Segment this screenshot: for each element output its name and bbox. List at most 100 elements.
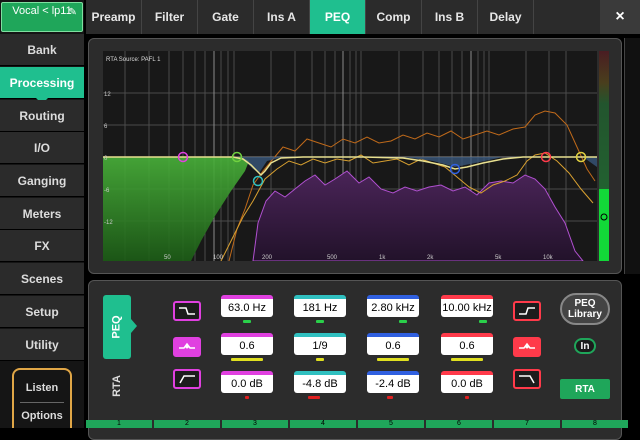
divider [20, 402, 64, 403]
channel-button-2[interactable]: 2 [154, 420, 220, 428]
nav-setup[interactable]: Setup [0, 296, 84, 328]
bell-curve-icon [519, 342, 535, 349]
channel-selector[interactable]: Vocal < lp11 ✎ [1, 2, 83, 32]
nav-label: Setup [25, 304, 59, 319]
high-pass-curve-icon [179, 375, 195, 384]
tab-ins-b[interactable]: Ins B [422, 0, 478, 34]
band-4-width-field[interactable]: 0.6 [441, 333, 493, 361]
channel-button-3[interactable]: 3 [222, 420, 288, 428]
channel-button-6[interactable]: 6 [426, 420, 492, 428]
meter-indicator [316, 320, 324, 323]
peq-library-button[interactable]: PEQ Library [560, 293, 610, 325]
tab-label: RTA [110, 375, 123, 397]
field-value: 0.0 dB [231, 378, 263, 390]
nav-label: Processing [9, 75, 75, 90]
nav-label: FX [34, 238, 50, 253]
low-pass-shape-button[interactable] [513, 369, 541, 389]
x-tick: 2k [427, 255, 434, 261]
meter-indicator [231, 358, 263, 361]
tab-bar: Preamp Filter Gate Ins A PEQ Comp Ins B … [86, 0, 640, 34]
tab-ins-a[interactable]: Ins A [254, 0, 310, 34]
close-icon[interactable]: × [600, 0, 640, 34]
band-4-gain-field[interactable]: 0.0 dB [441, 371, 493, 399]
field-value: -4.8 dB [302, 378, 338, 390]
field-value: 0.6 [385, 340, 401, 352]
nav-label: Bank [27, 42, 57, 57]
meter-indicator [399, 320, 407, 323]
tab-label: PEQ [110, 315, 123, 339]
field-value: -2.4 dB [375, 378, 411, 390]
band-1-gain-field[interactable]: 0.0 dB [221, 371, 273, 399]
low-shelf-shape-button[interactable] [173, 301, 201, 321]
band-1-width-field[interactable]: 0.6 [221, 333, 273, 361]
nav-fx[interactable]: FX [0, 230, 84, 262]
shelf-curve-icon [519, 307, 535, 315]
band-1-frequency-field[interactable]: 63.0 Hz [221, 295, 273, 323]
nav-routing[interactable]: Routing [0, 100, 84, 132]
meter-indicator [387, 396, 393, 399]
band-3-width-field[interactable]: 0.6 [367, 333, 419, 361]
y-tick: -6 [104, 188, 110, 194]
tab-filter[interactable]: Filter [142, 0, 198, 34]
channel-button-1[interactable]: 1 [86, 420, 152, 428]
options-button[interactable]: Options [14, 410, 70, 422]
nav-meters[interactable]: Meters [0, 198, 84, 230]
listen-button[interactable]: Listen [14, 382, 70, 394]
field-value: 0.6 [239, 340, 255, 352]
nav-label: Scenes [20, 271, 64, 286]
nav-bank[interactable]: Bank [0, 34, 84, 66]
bell-shape-button[interactable] [513, 337, 541, 357]
meter-indicator [308, 396, 320, 399]
channel-button-4[interactable]: 4 [290, 420, 356, 428]
sidebar: Vocal < lp11 ✎ Bank Processing Routing I… [0, 0, 84, 428]
nav-io[interactable]: I/O [0, 132, 84, 164]
tab-rta-vertical[interactable]: RTA [103, 361, 131, 411]
channel-strip: 1 2 3 4 5 6 7 8 [86, 420, 640, 428]
rta-source-label: RTA Source: PAFL 1 [106, 57, 161, 63]
channel-button-7[interactable]: 7 [494, 420, 560, 428]
rta-button[interactable]: RTA [560, 379, 610, 399]
nav-scenes[interactable]: Scenes [0, 263, 84, 295]
nav-processing[interactable]: Processing [0, 67, 84, 104]
nav-label: Utility [25, 337, 59, 352]
field-value: 1/9 [312, 340, 328, 352]
high-shelf-shape-button[interactable] [513, 301, 541, 321]
tab-peq-vertical[interactable]: PEQ [103, 295, 137, 359]
meter-indicator [451, 358, 483, 361]
channel-button-5[interactable]: 5 [358, 420, 424, 428]
x-tick: 50 [164, 255, 171, 261]
eq-graph-panel: RTA Source: PAFL 1 12 6 0 -6 -12 50 100 … [88, 38, 622, 274]
nav-utility[interactable]: Utility [0, 329, 84, 361]
in-toggle-button[interactable]: In [574, 338, 596, 354]
band-2-width-field[interactable]: 1/9 [294, 333, 346, 361]
channel-button-8[interactable]: 8 [562, 420, 628, 428]
pencil-icon[interactable]: ✎ [69, 6, 77, 19]
meter-indicator [479, 320, 487, 323]
eq-controls-panel: PEQ RTA 63.0 Hz 0.6 0.0 dB 181 Hz 1/9 -4… [88, 280, 622, 440]
tab-delay[interactable]: Delay [478, 0, 534, 34]
field-value: 63.0 Hz [228, 302, 266, 314]
nav-ganging[interactable]: Ganging [0, 165, 84, 197]
x-tick: 10k [543, 255, 554, 261]
eq-graph[interactable]: RTA Source: PAFL 1 12 6 0 -6 -12 50 100 … [103, 51, 609, 261]
nav-label: Ganging [17, 173, 67, 188]
tab-preamp[interactable]: Preamp [86, 0, 142, 34]
band-4-frequency-field[interactable]: 10.00 kHz [441, 295, 493, 323]
high-pass-shape-button[interactable] [173, 369, 201, 389]
x-tick: 500 [327, 255, 338, 261]
band-3-frequency-field[interactable]: 2.80 kHz [367, 295, 419, 323]
bell-shape-button[interactable] [173, 337, 201, 357]
meter-indicator [245, 396, 249, 399]
tab-peq[interactable]: PEQ [310, 0, 366, 34]
band-2-frequency-field[interactable]: 181 Hz [294, 295, 346, 323]
meter-indicator [243, 320, 251, 323]
nav-label: Meters [22, 206, 62, 221]
band-2-gain-field[interactable]: -4.8 dB [294, 371, 346, 399]
tab-comp[interactable]: Comp [366, 0, 422, 34]
channel-name: Vocal < lp11 [12, 5, 72, 17]
meter-indicator [377, 358, 409, 361]
nav-label: I/O [33, 140, 50, 155]
band-3-gain-field[interactable]: -2.4 dB [367, 371, 419, 399]
field-value: 10.00 kHz [442, 302, 492, 314]
tab-gate[interactable]: Gate [198, 0, 254, 34]
